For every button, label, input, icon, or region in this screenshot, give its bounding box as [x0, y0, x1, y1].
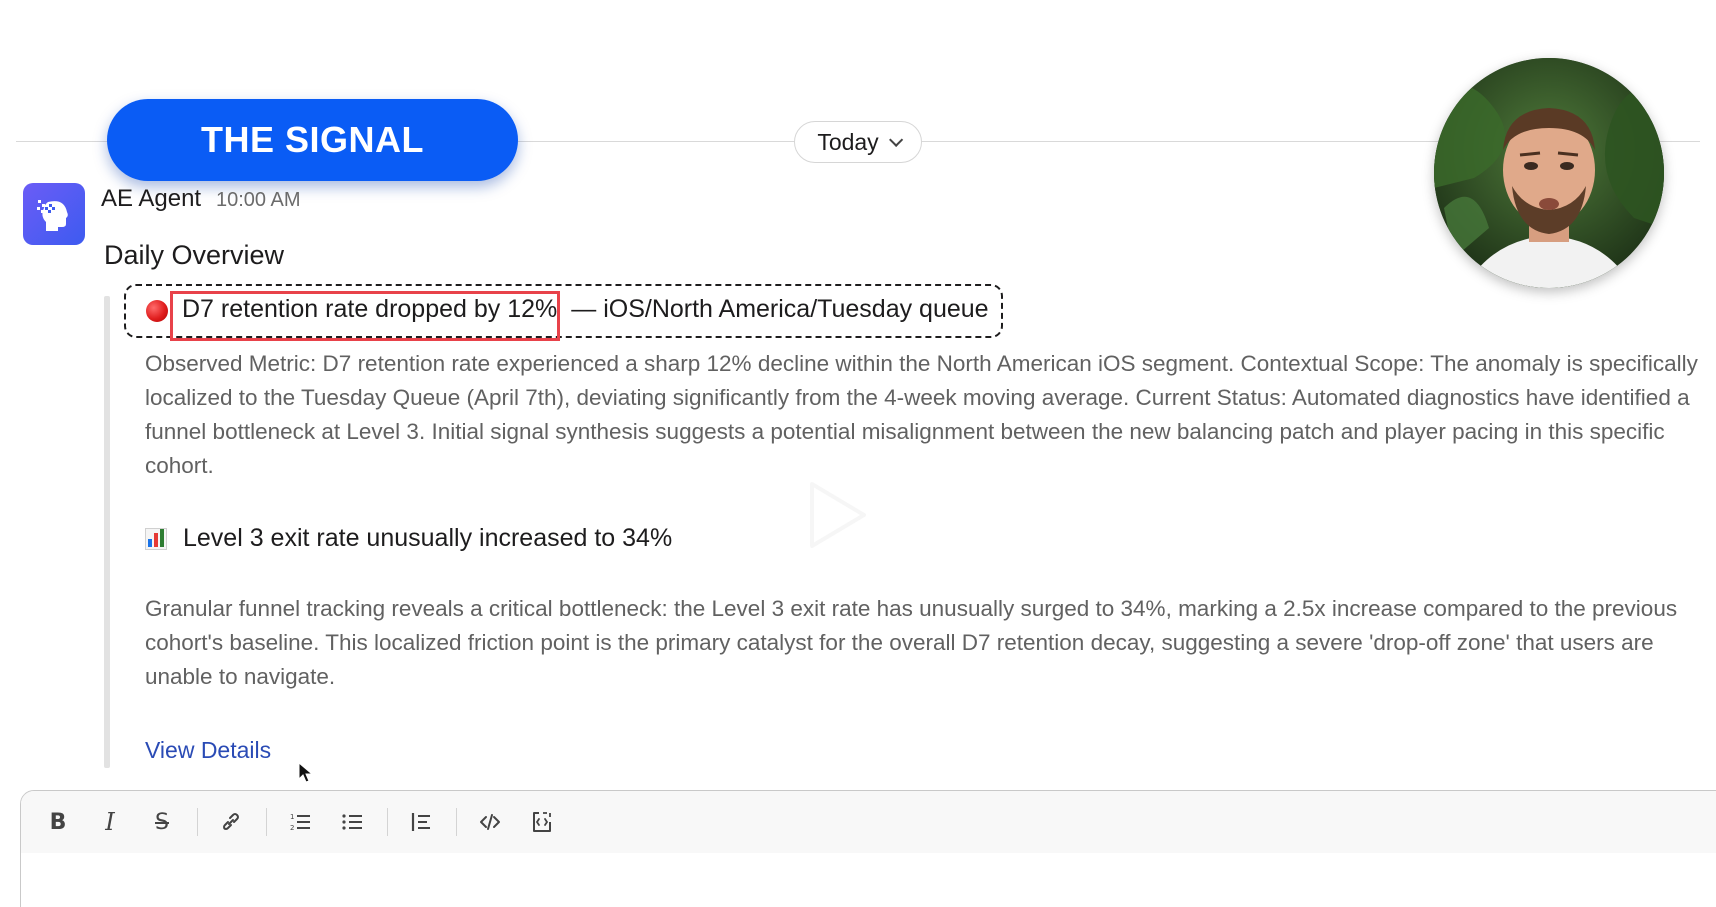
agent-head-icon: [37, 200, 68, 231]
date-divider-button[interactable]: Today: [794, 121, 922, 163]
ordered-list-button[interactable]: 1 2: [277, 802, 323, 842]
message-timestamp[interactable]: 10:00 AM: [216, 189, 301, 212]
bulleted-list-icon: [342, 814, 362, 830]
blockquote-icon: [411, 813, 430, 831]
brand-badge: THE SIGNAL: [107, 99, 518, 181]
analysis-paragraph: Granular funnel tracking reveals a criti…: [145, 596, 1678, 689]
blockquote-button[interactable]: [398, 802, 444, 842]
presenter-portrait-image: [1434, 58, 1664, 288]
message-title: Daily Overview: [104, 240, 285, 270]
quote-bar: [104, 296, 110, 768]
svg-text:2: 2: [290, 824, 294, 832]
bulleted-list-button[interactable]: [329, 802, 375, 842]
strikethrough-icon: S: [155, 809, 169, 835]
bold-button[interactable]: B: [35, 802, 81, 842]
italic-button[interactable]: I: [87, 802, 133, 842]
toolbar-separator: [266, 808, 267, 836]
alert-headline: D7 retention rate dropped by 12% — iOS/No…: [182, 295, 989, 324]
toolbar-separator: [387, 808, 388, 836]
svg-text:1: 1: [290, 813, 294, 821]
alert-context-text: — iOS/North America/Tuesday queue: [571, 295, 989, 323]
view-details-link[interactable]: View Details: [145, 737, 271, 764]
link-button[interactable]: [208, 802, 254, 842]
bar-chart-icon: [145, 527, 167, 550]
italic-icon: I: [105, 808, 115, 836]
presenter-video-avatar: [1434, 58, 1664, 288]
red-circle-icon: [146, 300, 168, 322]
bold-icon: B: [49, 809, 67, 835]
toolbar-separator: [456, 808, 457, 836]
observation-paragraph: Observed Metric: D7 retention rate exper…: [145, 351, 1698, 478]
formatting-toolbar: B I S 1 2: [21, 791, 1716, 853]
metric-headline-text: Level 3 exit rate unusually increased to…: [183, 524, 673, 552]
message-composer[interactable]: B I S 1 2: [20, 790, 1716, 907]
ordered-list-icon: 1 2: [290, 813, 310, 832]
app-root: Today THE SIGNAL AE Agent 10:00 AM Daily…: [0, 0, 1716, 907]
strikethrough-button[interactable]: S: [139, 802, 185, 842]
metric-headline: Level 3 exit rate unusually increased to…: [145, 524, 672, 553]
mouse-pointer-icon: [298, 762, 314, 783]
code-block-button[interactable]: [519, 802, 565, 842]
alert-headline-text: D7 retention rate dropped by 12%: [182, 295, 558, 323]
code-block-icon: [533, 812, 551, 832]
sender-name[interactable]: AE Agent: [101, 185, 201, 213]
chevron-down-icon: [888, 132, 903, 147]
code-button[interactable]: [467, 802, 513, 842]
code-icon: [480, 814, 500, 830]
brand-title: THE SIGNAL: [200, 119, 424, 160]
agent-avatar[interactable]: [23, 183, 85, 245]
play-icon: [810, 482, 866, 548]
link-icon: [223, 813, 239, 830]
toolbar-separator: [197, 808, 198, 836]
date-divider-label: Today: [817, 128, 879, 155]
